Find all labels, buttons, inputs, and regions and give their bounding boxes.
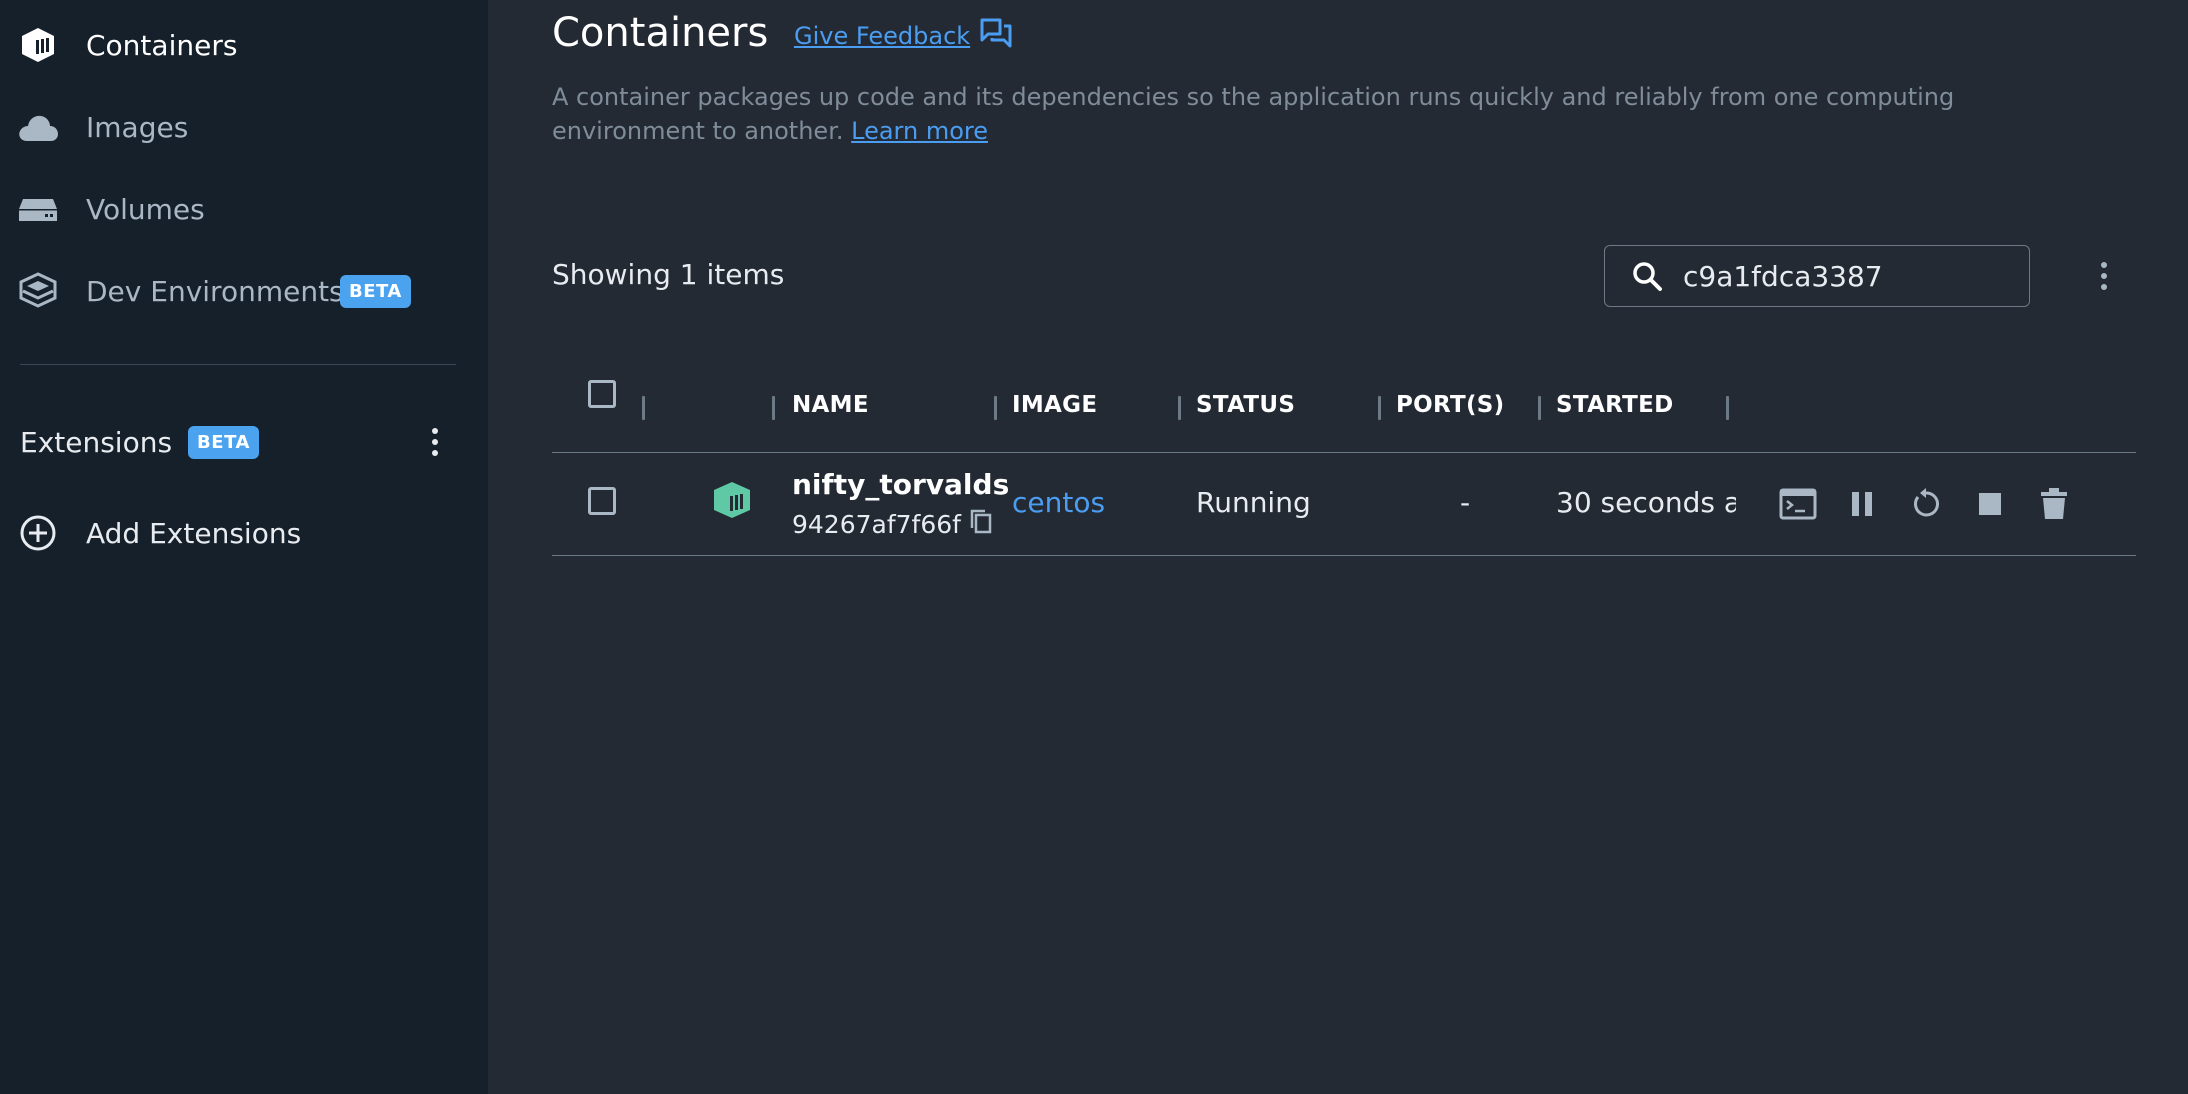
column-header-status[interactable]: STATUS (1196, 392, 1295, 418)
extensions-label: Extensions (20, 425, 173, 459)
column-resize-handle[interactable] (994, 396, 997, 420)
column-header-name[interactable]: NAME (792, 392, 869, 418)
extensions-header: Extensions BETA (20, 418, 460, 466)
sidebar-item-images[interactable]: Images (0, 92, 488, 162)
container-icon (16, 23, 60, 67)
row-checkbox[interactable] (588, 487, 616, 515)
table-header: NAME IMAGE STATUS PORT(S) STARTED (552, 370, 2136, 453)
cloud-icon (16, 105, 60, 149)
column-resize-handle[interactable] (1378, 396, 1381, 420)
container-id-group: 94267af7f66f (792, 508, 993, 540)
extensions-more-icon[interactable] (418, 422, 452, 462)
column-resize-handle[interactable] (772, 396, 775, 420)
learn-more-link[interactable]: Learn more (851, 117, 988, 145)
image-link[interactable]: centos (1012, 486, 1105, 519)
restart-button[interactable] (1906, 486, 1946, 526)
started-text: 30 seconds ago (1556, 486, 1736, 519)
column-header-ports[interactable]: PORT(S) (1396, 392, 1504, 418)
sidebar-item-volumes[interactable]: Volumes (0, 174, 488, 244)
main-content: Containers Give Feedback A container pac… (488, 0, 2188, 1094)
table-row[interactable]: nifty_torvalds 94267af7f66f centos Runni… (552, 452, 2136, 556)
search-input[interactable] (1681, 258, 2005, 294)
copy-icon[interactable] (969, 508, 993, 540)
description-text: A container packages up code and its dep… (552, 83, 1955, 145)
beta-badge: BETA (188, 425, 259, 459)
search-icon (1631, 259, 1665, 293)
give-feedback-link[interactable]: Give Feedback (794, 18, 1012, 54)
column-resize-handle[interactable] (1538, 396, 1541, 420)
container-id: 94267af7f66f (792, 509, 961, 539)
sidebar-item-label: Containers (86, 28, 238, 62)
page-title: Containers (552, 10, 769, 56)
container-name[interactable]: nifty_torvalds (792, 468, 1009, 501)
pause-button[interactable] (1842, 486, 1882, 526)
column-resize-handle[interactable] (642, 396, 645, 420)
page-description: A container packages up code and its dep… (552, 80, 2072, 148)
feedback-icon (980, 18, 1012, 54)
add-extensions-button[interactable]: Add Extensions (0, 498, 488, 568)
pause-icon (1849, 490, 1875, 522)
open-terminal-button[interactable] (1778, 486, 1818, 526)
ports-text: - (1460, 486, 1471, 519)
docker-desktop-app: Containers Images Volumes Dev Environmen… (0, 0, 2188, 1094)
add-extensions-label: Add Extensions (86, 516, 302, 550)
give-feedback-label: Give Feedback (794, 22, 971, 50)
beta-badge: BETA (340, 274, 411, 308)
column-header-started[interactable]: STARTED (1556, 392, 1674, 418)
sidebar-item-label: Images (86, 110, 189, 144)
volume-icon (16, 187, 60, 231)
sidebar: Containers Images Volumes Dev Environmen… (0, 0, 488, 1094)
select-all-checkbox[interactable] (588, 380, 616, 408)
trash-icon (2040, 488, 2068, 524)
sidebar-item-label: Dev Environments (86, 274, 344, 308)
status-text: Running (1196, 486, 1311, 519)
column-resize-handle[interactable] (1178, 396, 1181, 420)
column-resize-handle[interactable] (1726, 396, 1729, 420)
table-options-icon[interactable] (2089, 256, 2119, 296)
add-circle-icon (16, 511, 60, 555)
sidebar-item-containers[interactable]: Containers (0, 10, 488, 80)
items-count: Showing 1 items (552, 258, 785, 291)
stop-icon (1978, 492, 2002, 520)
stop-button[interactable] (1970, 486, 2010, 526)
dev-environments-icon (16, 269, 60, 313)
search-box[interactable] (1604, 245, 2030, 307)
sidebar-item-dev-environments[interactable]: Dev Environments BETA (0, 256, 488, 326)
sidebar-divider (20, 364, 456, 365)
sidebar-item-label: Volumes (86, 192, 205, 226)
delete-button[interactable] (2034, 486, 2074, 526)
container-running-icon (710, 480, 754, 526)
terminal-icon (1779, 488, 1817, 524)
restart-icon (1910, 487, 1942, 525)
column-header-image[interactable]: IMAGE (1012, 392, 1097, 418)
